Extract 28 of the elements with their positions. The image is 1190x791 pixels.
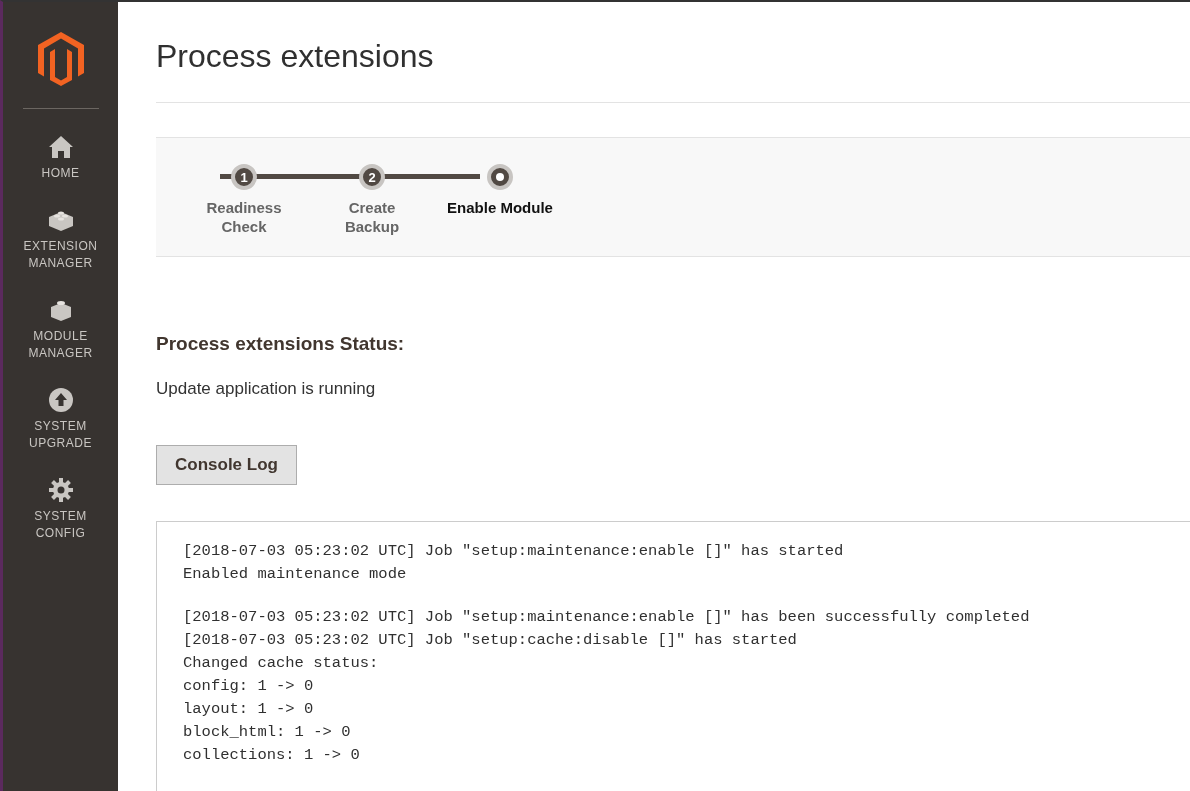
- log-line: block_html: 1 -> 0: [183, 722, 352, 743]
- log-line: [2018-07-03 05:23:02 UTC] Job "setup:maintenance:enable []" has been successfully completed: [183, 607, 1031, 628]
- page-title: Process extensions: [156, 32, 1190, 103]
- sidebar-item[interactable]: MODULE MANAGER: [15, 298, 106, 362]
- brick-icon: [47, 208, 74, 232]
- sidebar-item[interactable]: SYSTEM CONFIG: [15, 478, 106, 542]
- step-marker: 1: [231, 164, 257, 190]
- status-message: Update application is running: [156, 379, 377, 399]
- console-log-button[interactable]: Console Log: [156, 445, 297, 485]
- log-line: [2018-07-03 05:23:02 UTC] Job "setup:cache:disable []" has started: [183, 630, 798, 651]
- step-label: Enable Module: [446, 198, 554, 217]
- step-label: Create Backup: [343, 198, 401, 236]
- log-line: config: 1 -> 0: [183, 676, 315, 697]
- sidebar-item[interactable]: EXTENSION MANAGER: [15, 208, 106, 272]
- log-line: [2018-07-03 05:23:02 UTC] Job "setup:maintenance:enable []" has started: [183, 541, 845, 562]
- log-line: Changed cache status:: [183, 653, 380, 674]
- step-marker: 2: [359, 164, 385, 190]
- log-line: Enabled maintenance mode: [183, 564, 408, 585]
- sidebar-item[interactable]: HOME: [15, 135, 106, 182]
- log-line: collections: 1 -> 0: [183, 745, 361, 766]
- log-line: layout: 1 -> 0: [183, 699, 315, 720]
- upload-icon: [48, 388, 73, 412]
- home-icon: [47, 135, 74, 159]
- sidebar-item[interactable]: SYSTEM UPGRADE: [15, 388, 106, 452]
- status-heading: Process extensions Status:: [156, 333, 406, 355]
- step-label: Readiness Check: [205, 198, 283, 236]
- block-icon: [49, 298, 72, 322]
- logo-icon: [37, 32, 84, 86]
